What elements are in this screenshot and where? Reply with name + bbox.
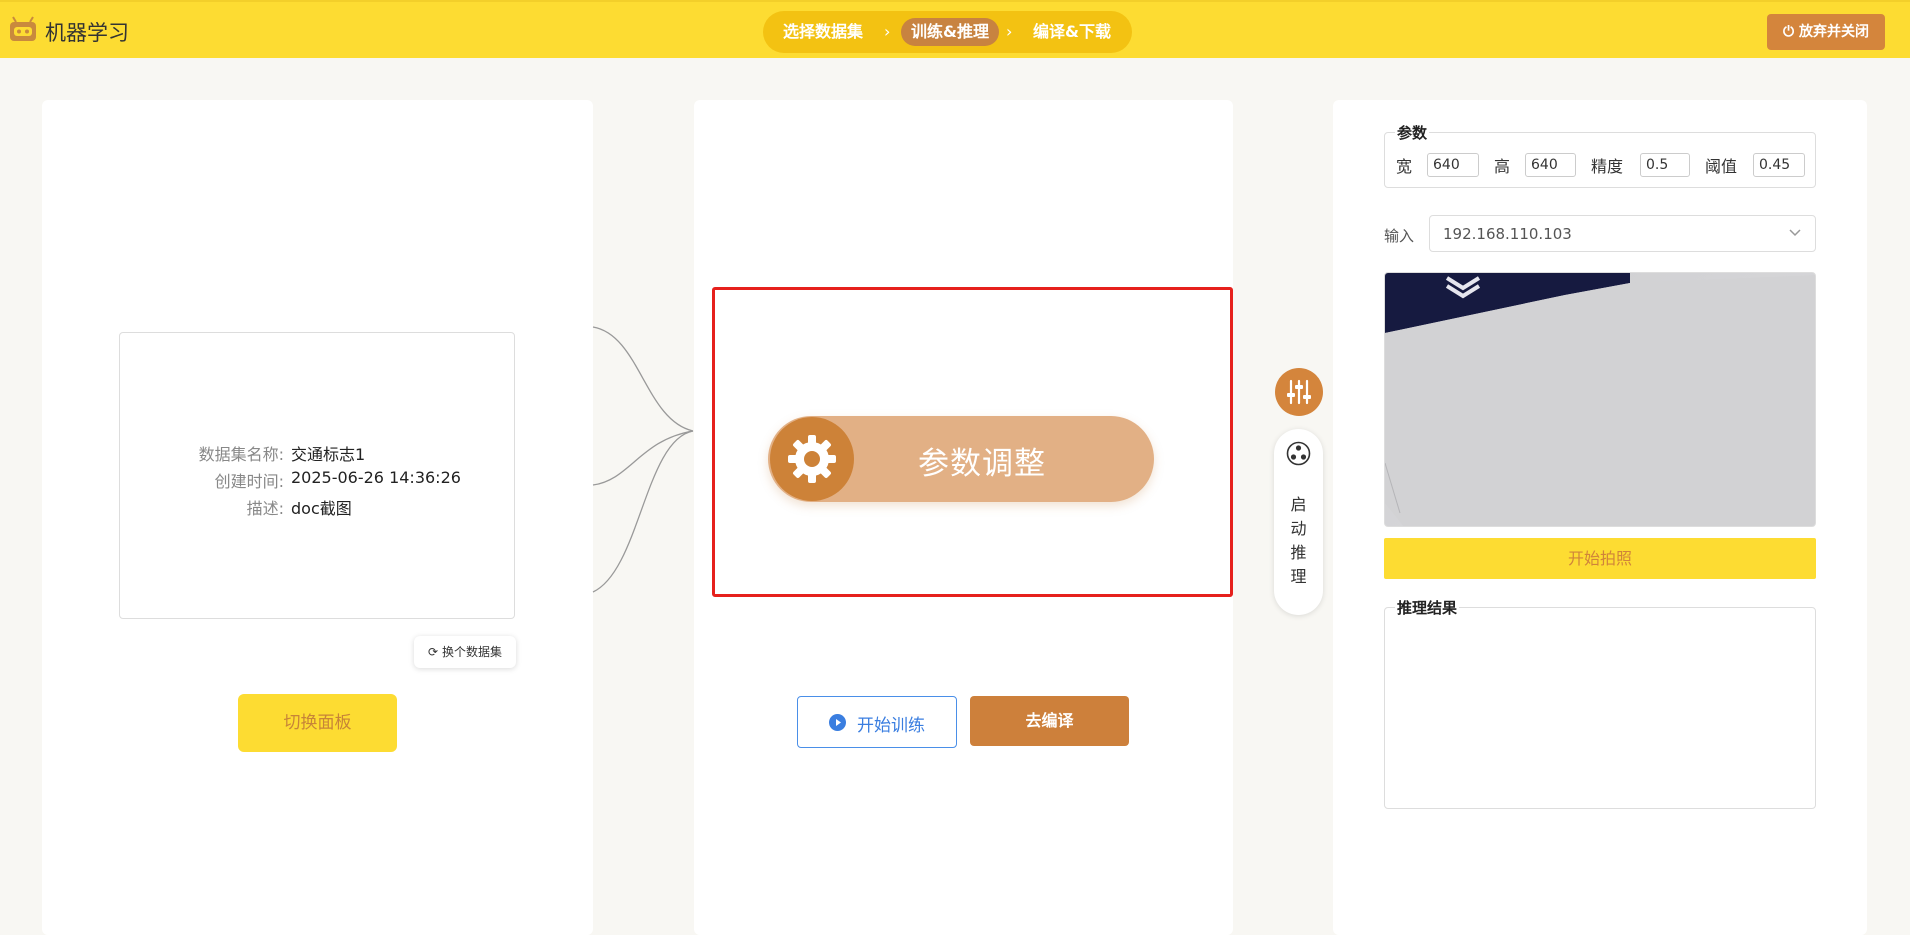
start-training-button[interactable]: 开始训练 [797, 696, 957, 748]
precision-label: 精度 [1591, 157, 1624, 176]
input-source-value: 192.168.110.103 [1443, 225, 1572, 243]
step-indicator: 选择数据集 › 训练&推理 › 编译&下载 [763, 11, 1132, 53]
camera-feed-image [1385, 273, 1815, 526]
param-adjust-label: 参数调整 [918, 446, 1046, 482]
play-icon [829, 714, 846, 731]
dataset-desc-key: 描述: [246, 499, 284, 518]
param-adjust-icon-circle [770, 417, 854, 501]
refresh-icon: ⟳ [428, 645, 439, 659]
robot-icon [10, 16, 36, 41]
width-input[interactable] [1427, 153, 1479, 177]
start-capture-button[interactable]: 开始拍照 [1384, 538, 1816, 579]
chevron-right-icon: › [1006, 22, 1013, 41]
gear-icon [788, 435, 836, 483]
sliders-button[interactable] [1275, 368, 1323, 416]
connector-lines [592, 326, 694, 593]
start-training-label: 开始训练 [857, 716, 925, 736]
width-label: 宽 [1396, 157, 1413, 176]
sliders-icon [1287, 379, 1311, 405]
height-input[interactable] [1525, 153, 1576, 177]
chevron-right-icon: › [884, 22, 891, 41]
compile-button[interactable]: 去编译 [970, 696, 1129, 746]
dataset-name-key: 数据集名称: [198, 445, 284, 464]
top-bar: 机器学习 选择数据集 › 训练&推理 › 编译&下载 ⏻ 放弃并关闭 [0, 0, 1910, 58]
precision-input[interactable] [1640, 153, 1690, 177]
start-inference-label: 启动推理 [1290, 495, 1307, 586]
input-source-label: 输入 [1384, 227, 1415, 245]
step-select-dataset[interactable]: 选择数据集 [783, 11, 863, 53]
swap-dataset-label: 换个数据集 [441, 645, 502, 659]
threshold-label: 阈值 [1705, 157, 1738, 176]
step-compile-download[interactable]: 编译&下载 [1033, 11, 1111, 53]
dataset-name-value: 交通标志1 [291, 445, 366, 464]
app-title: 机器学习 [45, 21, 129, 45]
chevron-down-icon [1789, 229, 1801, 237]
params-legend: 参数 [1395, 122, 1430, 143]
input-source-select[interactable]: 192.168.110.103 [1429, 215, 1816, 252]
inference-result-legend: 推理结果 [1395, 597, 1460, 618]
threshold-input[interactable] [1753, 153, 1805, 177]
camera-preview [1384, 272, 1816, 527]
dataset-desc-value: doc截图 [291, 499, 352, 518]
step-train-infer[interactable]: 训练&推理 [901, 18, 999, 46]
dataset-card: 数据集名称: 交通标志1 创建时间: 2025-06-26 14:36:26 描… [119, 332, 515, 619]
dataset-created-value: 2025-06-26 14:36:26 [291, 468, 461, 487]
dataset-created-key: 创建时间: [214, 472, 284, 491]
height-label: 高 [1494, 157, 1511, 176]
swap-dataset-button[interactable]: ⟳ 换个数据集 [414, 636, 516, 668]
start-inference-button[interactable]: 启动推理 [1274, 429, 1323, 615]
quit-label: 放弃并关闭 [1798, 24, 1869, 40]
switch-panel-button[interactable]: 切换面板 [238, 694, 397, 752]
power-icon: ⏻ [1783, 24, 1795, 40]
network-icon [1286, 441, 1311, 466]
inference-result-box [1384, 607, 1816, 809]
quit-button[interactable]: ⏻ 放弃并关闭 [1767, 14, 1885, 50]
